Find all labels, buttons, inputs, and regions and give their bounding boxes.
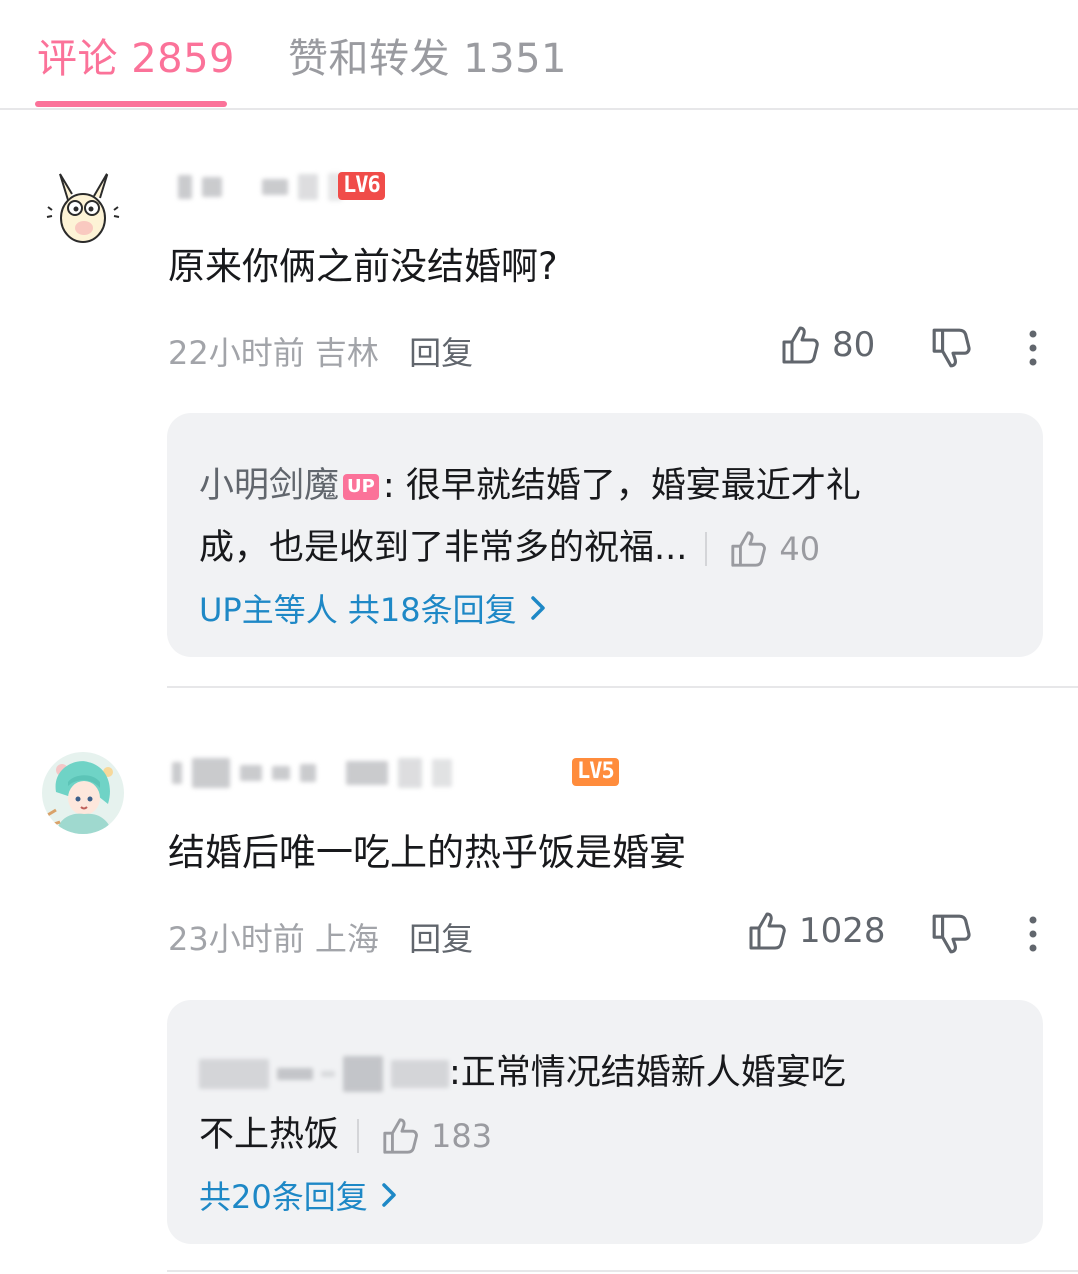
reply-button[interactable]: 回复 [409, 920, 473, 958]
reply-like-count: 183 [431, 1117, 493, 1155]
anime-avatar-icon [42, 752, 124, 834]
more-replies-label: UP主等人 共18条回复 [199, 591, 517, 629]
like-count: 1028 [799, 911, 886, 951]
more-vertical-icon [1029, 916, 1037, 952]
comment-time: 23小时前 [168, 920, 305, 958]
bunny-avatar-icon [42, 166, 124, 248]
thumbs-down-icon [932, 914, 971, 954]
username-redacted[interactable] [178, 170, 342, 204]
chevron-right-icon [381, 1183, 396, 1207]
tab-comments[interactable]: 评论 2859 [37, 26, 235, 84]
separator [357, 1119, 360, 1153]
username-redacted[interactable] [172, 756, 452, 790]
thumbs-down-icon [932, 328, 971, 368]
reply-text-1: :正常情况结婚新人婚宴吃 [449, 1053, 846, 1093]
view-more-replies-link[interactable]: UP主等人 共18条回复 [199, 585, 547, 631]
reply-like-button[interactable]: 183 [381, 1116, 492, 1156]
up-badge: UP [343, 474, 379, 500]
comment-tabs: 评论 2859 赞和转发 1351 [0, 0, 1078, 110]
thumbs-up-icon [782, 326, 819, 364]
reply-text-2: 不上热饭 [199, 1115, 340, 1155]
view-more-replies-link[interactable]: 共20条回复 [199, 1172, 398, 1218]
reply-button[interactable]: 回复 [409, 334, 473, 372]
comment-divider [167, 1270, 1078, 1272]
comment-divider [167, 686, 1078, 688]
comment-text: 结婚后唯一吃上的热乎饭是婚宴 [168, 831, 686, 874]
chevron-right-icon [530, 596, 545, 620]
like-button[interactable]: 80 [780, 324, 875, 366]
like-button[interactable]: 1028 [747, 910, 886, 952]
comment-location: 吉林 [314, 334, 379, 372]
comment-text: 原来你俩之前没结婚啊? [168, 245, 558, 288]
level-badge: LV5 [572, 758, 619, 786]
reply-text-2: 成，也是收到了非常多的祝福... [199, 528, 688, 568]
thumbs-up-icon [731, 531, 767, 567]
thumbs-up-icon [383, 1118, 418, 1154]
like-count: 80 [832, 325, 876, 365]
reply-preview-box[interactable]: :正常情况结婚新人婚宴吃 不上热饭 183 共20条回复 [167, 1000, 1043, 1244]
reply-preview-box[interactable]: 小明剑魔 UP: 很早就结婚了，婚宴最近才礼 成，也是收到了非常多的祝福... 40… [167, 413, 1043, 657]
dislike-button[interactable] [930, 326, 974, 374]
level-badge: LV6 [338, 172, 385, 200]
avatar[interactable] [42, 752, 124, 834]
dislike-button[interactable] [930, 912, 974, 960]
more-options-button[interactable] [1022, 328, 1044, 372]
avatar[interactable] [42, 166, 124, 248]
more-vertical-icon [1029, 330, 1037, 366]
reply-like-count: 40 [779, 530, 821, 568]
separator [705, 532, 708, 566]
tab-likes-forwards[interactable]: 赞和转发 1351 [288, 26, 567, 84]
comment-meta: 22小时前 吉林 回复 [168, 328, 473, 374]
reply-text-1: : 很早就结婚了，婚宴最近才礼 [382, 466, 861, 506]
reply-preview-line-1: :正常情况结婚新人婚宴吃 [199, 1044, 846, 1095]
thumbs-up-icon [749, 912, 786, 950]
active-tab-indicator [35, 101, 227, 107]
reply-preview-line-2: 不上热饭 183 [199, 1106, 492, 1157]
reply-like-button[interactable]: 40 [729, 529, 820, 569]
comment-time: 22小时前 [168, 334, 305, 372]
reply-preview-line-1: 小明剑魔 UP: 很早就结婚了，婚宴最近才礼 [199, 457, 861, 508]
reply-preview-line-2: 成，也是收到了非常多的祝福... 40 [199, 519, 820, 570]
comment-meta: 23小时前 上海 回复 [168, 914, 473, 960]
reply-author-redacted[interactable] [199, 1056, 449, 1092]
reply-author[interactable]: 小明剑魔 [199, 466, 339, 506]
more-options-button[interactable] [1022, 914, 1044, 958]
comment-location: 上海 [314, 920, 379, 958]
more-replies-label: 共20条回复 [199, 1178, 368, 1216]
